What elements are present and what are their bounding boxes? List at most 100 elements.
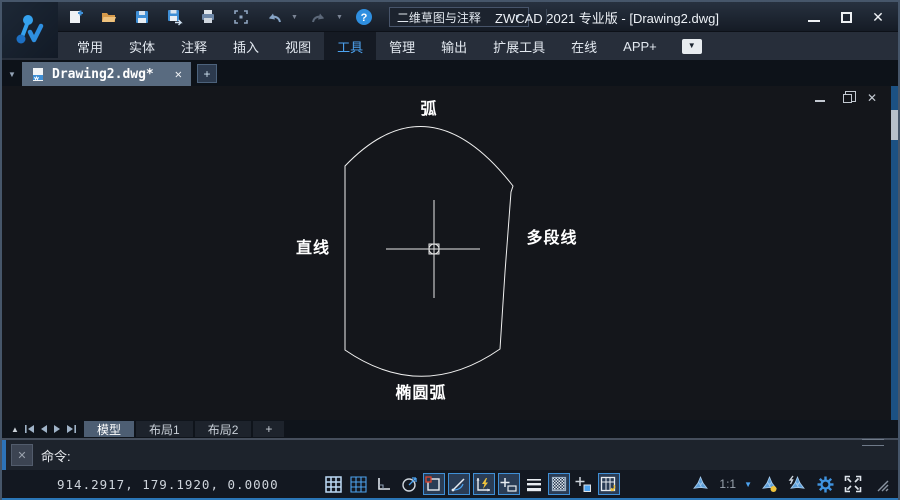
fullscreen-button[interactable]: [842, 473, 864, 495]
ribbon-tab-solid[interactable]: 实体: [116, 32, 168, 60]
ribbon-tab-tools[interactable]: 工具: [324, 32, 376, 60]
document-tab-active[interactable]: Drawing2.dwg* ✕: [22, 62, 191, 86]
ribbon-tab-online[interactable]: 在线: [558, 32, 610, 60]
doc-close-button[interactable]: ✕: [864, 90, 880, 105]
plot-preview-button[interactable]: [229, 6, 253, 28]
ribbon-tab-output[interactable]: 输出: [428, 32, 480, 60]
gear-icon: [816, 475, 835, 494]
command-prompt[interactable]: 命令:: [41, 440, 71, 470]
command-window-handle[interactable]: [2, 440, 6, 470]
new-document-tab-button[interactable]: +: [197, 64, 217, 83]
drawing-canvas[interactable]: 弧 直线 多段线 椭圆弧 ✕: [2, 86, 898, 420]
new-file-icon: [67, 8, 85, 26]
zwcad-logo-icon: [10, 10, 50, 50]
new-file-button[interactable]: [64, 6, 88, 28]
annotation-scale-button[interactable]: [689, 473, 711, 495]
lineweight-button[interactable]: [523, 473, 545, 495]
dynamic-input-button[interactable]: [498, 473, 520, 495]
next-tab-button[interactable]: [50, 421, 64, 437]
redo-icon: [310, 9, 328, 25]
status-bar: 914.2917, 179.1920, 0.0000: [2, 470, 898, 498]
save-as-button[interactable]: [163, 6, 187, 28]
ribbon-tab-express[interactable]: 扩展工具: [480, 32, 558, 60]
ribbon-tab-view[interactable]: 视图: [272, 32, 324, 60]
add-layout-button[interactable]: +: [253, 421, 284, 437]
printer-icon: [199, 8, 217, 26]
redo-button[interactable]: [307, 6, 331, 28]
ribbon-collapse-button[interactable]: ▼: [682, 39, 702, 54]
viewport-toggle-icon: [600, 476, 617, 493]
coordinate-readout: 914.2917, 179.1920, 0.0000: [57, 477, 279, 492]
transparency-button[interactable]: [548, 473, 570, 495]
quick-access-toolbar: ▼ ▼ ? 二维草图与注释 ▼: [64, 2, 547, 32]
help-button[interactable]: ?: [352, 6, 376, 28]
model-paper-space-button[interactable]: [598, 473, 620, 495]
doc-tab-close-icon[interactable]: ✕: [175, 67, 182, 81]
layout-expand-button[interactable]: ▲: [8, 421, 22, 437]
first-tab-icon: [24, 424, 35, 434]
snap-mode-button[interactable]: [348, 473, 370, 495]
layout-tab-layout1[interactable]: 布局1: [136, 421, 193, 437]
scrollbar-thumb[interactable]: [891, 110, 898, 140]
maximize-icon: [841, 12, 852, 23]
help-icon: ?: [355, 8, 373, 26]
minimize-button[interactable]: [802, 6, 826, 28]
next-tab-icon: [53, 424, 62, 434]
auto-annotation-button[interactable]: [786, 473, 808, 495]
open-folder-icon: [100, 8, 118, 26]
ortho-mode-button[interactable]: [373, 473, 395, 495]
minimize-icon: [815, 100, 825, 102]
drafting-toggles: [323, 473, 620, 495]
object-snap-tracking-button[interactable]: [448, 473, 470, 495]
close-button[interactable]: ✕: [866, 6, 890, 28]
doc-tab-overflow-button[interactable]: ▼: [2, 62, 22, 86]
annotation-scale-icon: [691, 475, 710, 494]
label-arc: 弧: [420, 95, 437, 119]
prev-tab-icon: [39, 424, 48, 434]
undo-button[interactable]: [262, 6, 286, 28]
layout-tab-model[interactable]: 模型: [84, 421, 134, 437]
axis-lightning-icon: [475, 476, 492, 493]
open-file-button[interactable]: [97, 6, 121, 28]
ribbon-tab-home[interactable]: 常用: [64, 32, 116, 60]
window-title: ZWCAD 2021 专业版 - [Drawing2.dwg]: [495, 2, 719, 32]
undo-history-caret[interactable]: ▼: [291, 14, 298, 21]
chevron-down-icon[interactable]: ▼: [744, 480, 752, 489]
first-tab-button[interactable]: [22, 421, 36, 437]
ribbon-tab-insert[interactable]: 插入: [220, 32, 272, 60]
ribbon-tab-app-plus[interactable]: APP+: [610, 32, 670, 60]
object-snap-button[interactable]: [423, 473, 445, 495]
command-resize-grip[interactable]: [862, 439, 884, 446]
redo-history-caret[interactable]: ▼: [336, 14, 343, 21]
command-close-button[interactable]: ✕: [11, 444, 33, 466]
auto-annotation-icon: [788, 475, 807, 494]
label-elliptical-arc: 椭圆弧: [395, 379, 446, 403]
doc-restore-button[interactable]: [838, 90, 854, 105]
annotation-visibility-button[interactable]: [758, 473, 780, 495]
annotation-scale-value[interactable]: 1:1: [719, 477, 736, 491]
settings-button[interactable]: [814, 473, 836, 495]
layout-tab-layout2[interactable]: 布局2: [195, 421, 252, 437]
polar-tracking-button[interactable]: [398, 473, 420, 495]
label-polyline: 多段线: [526, 224, 577, 248]
ribbon-tab-manage[interactable]: 管理: [376, 32, 428, 60]
print-button[interactable]: [196, 6, 220, 28]
annotation-tools: 1:1 ▼: [689, 473, 892, 495]
zwcad-window: ▼ ▼ ? 二维草图与注释 ▼ ZWCAD 2021 专业版 - [Drawin…: [0, 0, 900, 500]
window-resize-grip[interactable]: [870, 473, 892, 495]
polar-snap-button[interactable]: [473, 473, 495, 495]
prev-tab-button[interactable]: [36, 421, 50, 437]
last-tab-button[interactable]: [64, 421, 78, 437]
selection-cycling-icon: [575, 476, 592, 493]
doc-minimize-button[interactable]: [812, 90, 828, 105]
selection-cycling-button[interactable]: [573, 473, 595, 495]
grid-display-button[interactable]: [323, 473, 345, 495]
plot-preview-icon: [232, 8, 250, 26]
save-button[interactable]: [130, 6, 154, 28]
grid-icon: [325, 476, 342, 493]
command-window[interactable]: ✕ 命令:: [2, 438, 898, 470]
vertical-scrollbar[interactable]: [891, 86, 898, 420]
ribbon-tab-annotate[interactable]: 注释: [168, 32, 220, 60]
maximize-button[interactable]: [834, 6, 858, 28]
ribbon-tab-bar: 常用 实体 注释 插入 视图 工具 管理 输出 扩展工具 在线 APP+ ▼: [2, 32, 898, 60]
